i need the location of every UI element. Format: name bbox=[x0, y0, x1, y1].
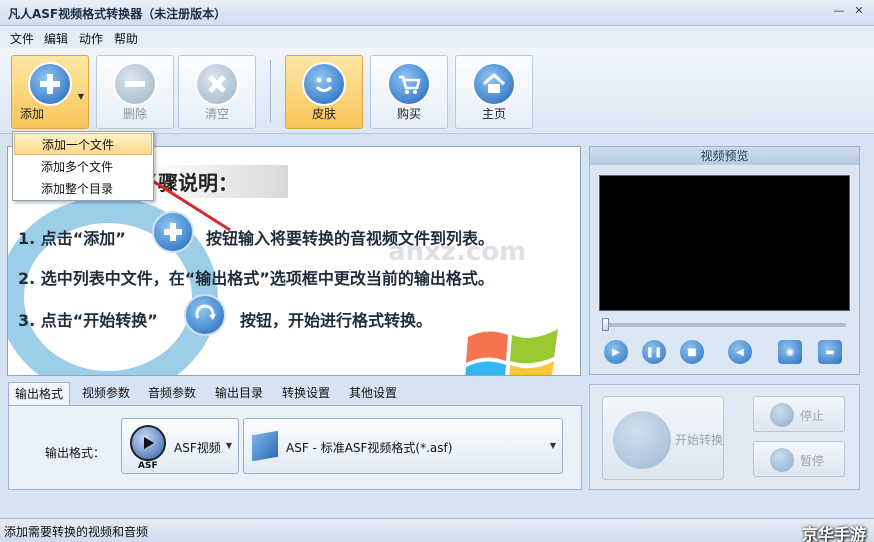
pause-icon[interactable]: ❚❚ bbox=[642, 340, 666, 364]
step-3-text-cont: 按钮，开始进行格式转换。 bbox=[240, 311, 433, 330]
tab-audio-params[interactable]: 音频参数 bbox=[142, 382, 202, 404]
tab-output-directory[interactable]: 输出目录 bbox=[209, 382, 269, 404]
stop-label: 停止 bbox=[800, 409, 825, 423]
close-button[interactable]: ✕ bbox=[852, 4, 866, 18]
delete-button[interactable]: 删除 bbox=[96, 55, 174, 129]
tab-convert-settings[interactable]: 转换设置 bbox=[276, 382, 336, 404]
start-convert-button[interactable]: 开始转换 bbox=[602, 396, 724, 480]
toolbar-separator bbox=[270, 60, 271, 122]
home-button[interactable]: 主页 bbox=[455, 55, 533, 129]
tab-other-settings[interactable]: 其他设置 bbox=[343, 382, 403, 404]
title-bar: 凡人ASF视频格式转换器（未注册版本） — ✕ bbox=[0, 0, 874, 26]
output-format-panel: 输出格式： ASF ASF视频 ▼ ASF - 标准ASF视频格式(*.asf)… bbox=[8, 405, 582, 490]
tab-output-format[interactable]: 输出格式 bbox=[8, 382, 71, 406]
smiley-icon bbox=[302, 62, 346, 106]
pause-icon bbox=[770, 448, 794, 472]
buy-button[interactable]: 购买 bbox=[370, 55, 448, 129]
menu-add-directory[interactable]: 添加整个目录 bbox=[14, 178, 152, 200]
preview-title: 视频预览 bbox=[590, 147, 859, 165]
chevron-down-icon[interactable]: ▼ bbox=[78, 92, 84, 101]
x-icon bbox=[195, 62, 239, 106]
step-2-text: 2. 选中列表中文件，在“输出格式”选项框中更改当前的输出格式。 bbox=[18, 269, 494, 288]
menu-add-one-file[interactable]: 添加一个文件 bbox=[14, 133, 152, 155]
status-text: 添加需要转换的视频和音频 bbox=[4, 525, 149, 539]
skin-button[interactable]: 皮肤 bbox=[285, 55, 363, 129]
menu-help[interactable]: 帮助 bbox=[114, 30, 138, 47]
menu-action[interactable]: 动作 bbox=[79, 30, 103, 47]
format-detail-select[interactable]: ASF - 标准ASF视频格式(*.asf) ▼ bbox=[243, 418, 563, 474]
clear-button[interactable]: 清空 bbox=[178, 55, 256, 129]
refresh-icon bbox=[184, 294, 226, 336]
chevron-down-icon: ▼ bbox=[225, 441, 232, 450]
video-preview-panel: 视频预览 ▶ ❚❚ ■ ◀ ◉ ▬ bbox=[589, 146, 860, 375]
windows-flag-icon bbox=[465, 329, 558, 375]
seek-thumb[interactable] bbox=[602, 318, 609, 331]
video-screen bbox=[599, 175, 850, 311]
start-convert-label: 开始转换 bbox=[675, 433, 724, 447]
step-3-text: 3. 点击“开始转换” bbox=[18, 311, 158, 330]
format-category-select[interactable]: ASF ASF视频 ▼ bbox=[121, 418, 239, 474]
pause-button[interactable]: 暂停 bbox=[753, 441, 845, 477]
volume-icon[interactable]: ◀ bbox=[728, 340, 752, 364]
minus-icon bbox=[113, 62, 157, 106]
delete-label: 删除 bbox=[122, 107, 147, 121]
menu-bar: 文件 编辑 动作 帮助 bbox=[0, 26, 874, 48]
stop-icon[interactable]: ■ bbox=[680, 340, 704, 364]
format-category-value: ASF视频 bbox=[174, 441, 221, 455]
add-label: 添加 bbox=[20, 107, 45, 121]
play-icon bbox=[130, 425, 166, 461]
home-label: 主页 bbox=[481, 107, 506, 121]
format-detail-value: ASF - 标准ASF视频格式(*.asf) bbox=[286, 441, 453, 455]
brand-watermark: 京华手游 bbox=[801, 525, 866, 542]
menu-add-multiple-files[interactable]: 添加多个文件 bbox=[14, 156, 152, 178]
step-1-text-cont: 按钮输入将要转换的音视频文件到列表。 bbox=[206, 229, 495, 248]
home-icon bbox=[472, 62, 516, 106]
cube-icon bbox=[252, 430, 278, 462]
play-icon[interactable]: ▶ bbox=[604, 340, 628, 364]
convert-panel: 开始转换 停止 暂停 bbox=[589, 384, 860, 490]
pause-label: 暂停 bbox=[800, 454, 825, 468]
seek-bar[interactable] bbox=[602, 323, 846, 327]
status-bar: 添加需要转换的视频和音频 京华手游 bbox=[0, 518, 874, 542]
clear-label: 清空 bbox=[204, 107, 229, 121]
skin-label: 皮肤 bbox=[311, 107, 336, 121]
tab-video-params[interactable]: 视频参数 bbox=[76, 382, 136, 404]
menu-edit[interactable]: 编辑 bbox=[44, 30, 68, 47]
refresh-icon bbox=[613, 411, 671, 469]
minimize-button[interactable]: — bbox=[832, 4, 846, 18]
add-dropdown-menu: 添加一个文件 添加多个文件 添加整个目录 bbox=[12, 131, 154, 201]
settings-tabs: 输出格式 视频参数 音频参数 输出目录 转换设置 其他设置 bbox=[8, 382, 582, 406]
buy-label: 购买 bbox=[396, 107, 421, 121]
stop-button[interactable]: 停止 bbox=[753, 396, 845, 432]
camera-icon[interactable]: ◉ bbox=[778, 340, 802, 364]
plus-icon bbox=[28, 62, 72, 106]
chevron-down-icon: ▼ bbox=[549, 441, 556, 450]
folder-icon[interactable]: ▬ bbox=[818, 340, 842, 364]
asf-badge: ASF bbox=[138, 461, 158, 471]
step-1-text: 1. 点击“添加” bbox=[18, 229, 126, 248]
output-format-label: 输出格式： bbox=[45, 446, 106, 460]
cart-icon bbox=[387, 62, 431, 106]
stop-icon bbox=[770, 403, 794, 427]
toolbar: 添加 ▼ 删除 清空 皮肤 购买 主页 bbox=[0, 48, 874, 134]
add-button[interactable]: 添加 ▼ bbox=[11, 55, 89, 129]
menu-file[interactable]: 文件 bbox=[10, 30, 34, 47]
window-title: 凡人ASF视频格式转换器（未注册版本） bbox=[8, 7, 227, 21]
